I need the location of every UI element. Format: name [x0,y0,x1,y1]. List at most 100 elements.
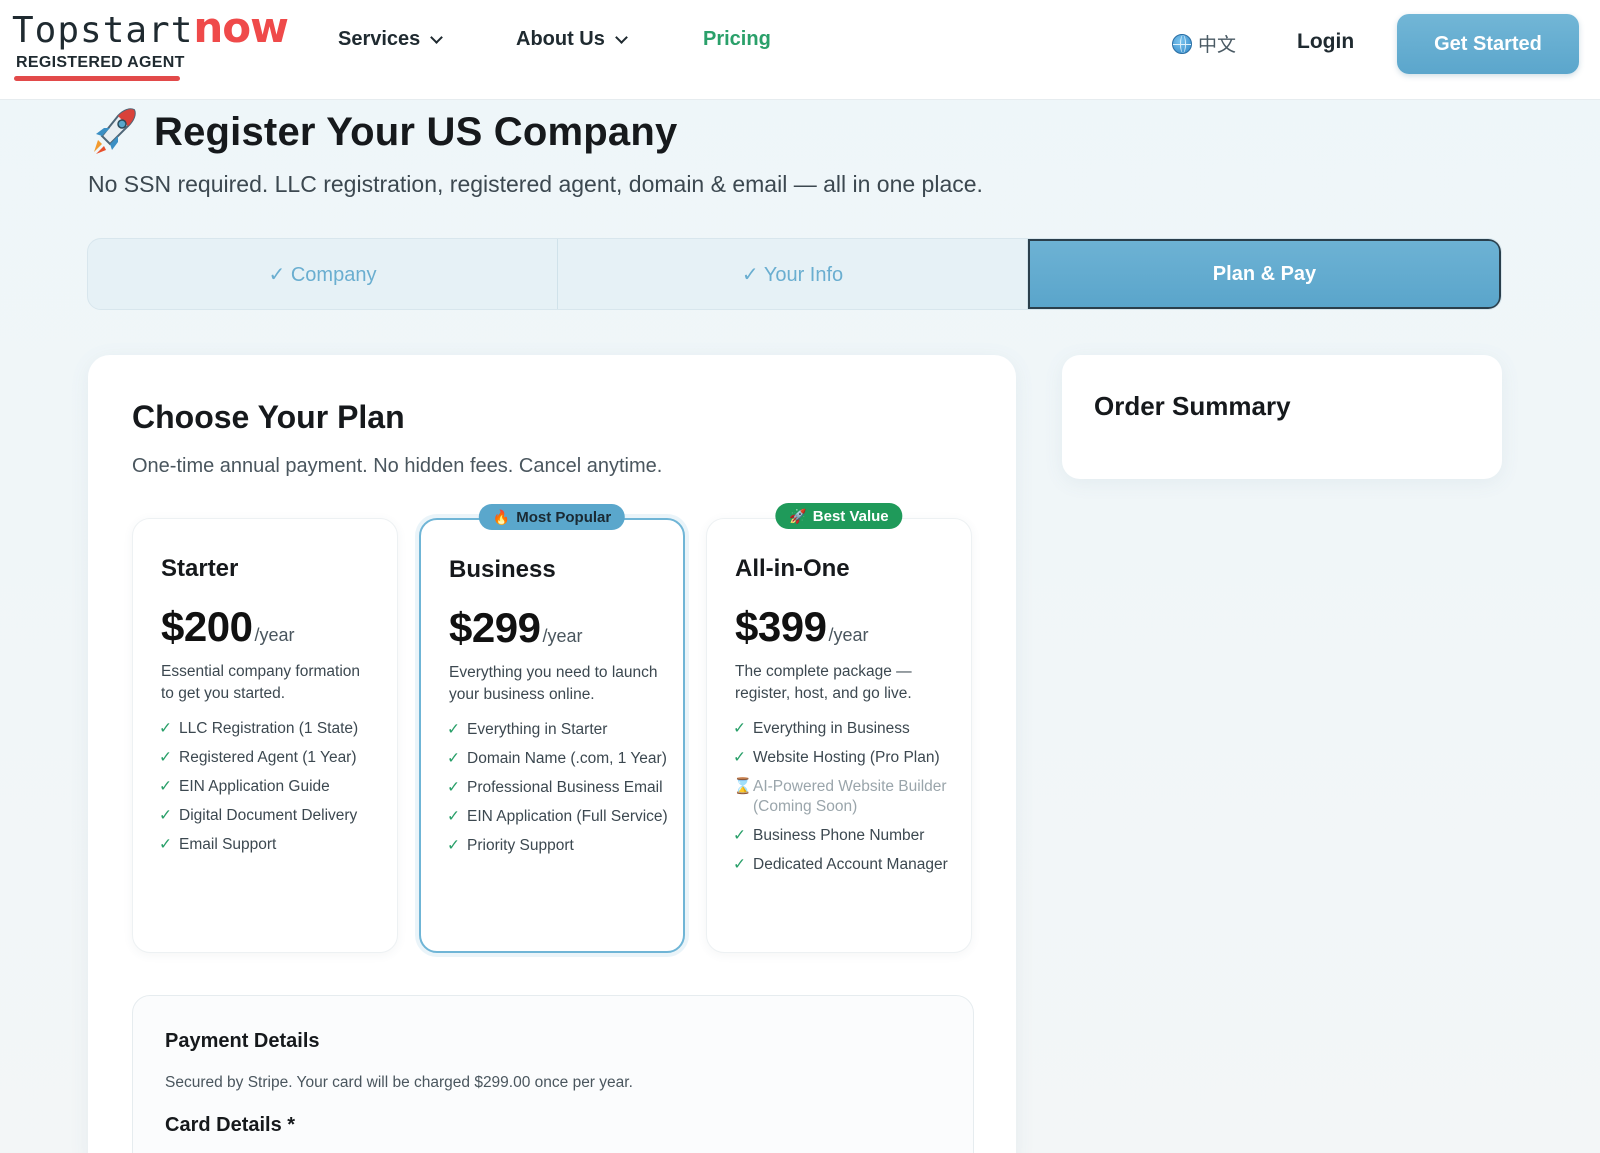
feature-text: Business Phone Number [753,827,925,844]
feature-item: ✓ Domain Name (.com, 1 Year) [447,749,675,769]
nav-about-us[interactable]: About Us [516,28,628,51]
plan-name: Business [449,556,556,583]
feature-item: ✓ Website Hosting (Pro Plan) [733,748,961,768]
nav-pricing[interactable]: Pricing [703,28,771,51]
plan-name: Starter [161,555,239,582]
brand-logo[interactable]: Topstartnow REGISTERED AGENT [12,6,289,88]
feature-text: Digital Document Delivery [179,807,358,824]
language-label: 中文 [1198,35,1237,56]
check-icon: ✓ [447,837,460,854]
feature-item: ✓ Email Support [159,835,387,855]
feature-text: Everything in Business [753,720,910,737]
check-icon: ✓ [733,827,746,844]
feature-item: ✓ Business Phone Number [733,826,961,846]
feature-item: ✓ Dedicated Account Manager [733,855,961,875]
best-value-badge: 🚀 Best Value [775,503,903,529]
card-details-label: Card Details * [165,1114,296,1136]
most-popular-badge: 🔥 Most Popular [478,504,626,530]
feature-text: Email Support [179,836,277,853]
check-icon: ✓ [447,808,460,825]
nav-services-label: Services [338,28,421,50]
plan-price: $299 /year [449,604,582,652]
feature-list: ✓ Everything in Business ✓ Website Hosting… [733,719,961,884]
check-icon: ✓ [159,778,172,795]
feature-item: ✓ Everything in Starter [447,720,675,740]
plan-card-all-in-one[interactable]: 🚀 Best Value All-in-One $399 /year The c… [706,503,972,953]
plan-card-business[interactable]: 🔥 Most Popular Business $299 /year Every… [419,504,685,953]
feature-text: Website Hosting (Pro Plan) [753,749,940,766]
feature-item: ✓ EIN Application (Full Service) [447,807,675,827]
check-icon: ✓ [447,779,460,796]
site-header: Topstartnow REGISTERED AGENT Services Ab… [0,0,1600,100]
feature-text: EIN Application Guide [179,778,330,795]
feature-text: Dedicated Account Manager [753,856,948,873]
feature-text: Priority Support [467,837,574,854]
price-amount: $299 [449,604,541,651]
check-icon: ✓ [733,749,746,766]
price-amount: $200 [161,603,253,650]
price-period: /year [542,626,583,646]
language-switcher[interactable]: 中文 [1172,30,1236,57]
plan-description: The complete package — register, host, a… [735,663,912,702]
plan-price: $200 /year [161,603,294,651]
step-plan-pay[interactable]: Plan & Pay [1028,239,1501,309]
badge-label: Best Value [812,507,889,525]
feature-list: ✓ LLC Registration (1 State) ✓ Registered … [159,719,387,864]
plan-section-title: Choose Your Plan [132,399,405,435]
plan-card-starter[interactable]: Starter $200 /year Essential company for… [132,518,398,953]
page-heading: Register Your US Company [88,106,677,158]
order-summary-panel: Order Summary [1062,355,1502,479]
logo-underline [14,76,180,81]
get-started-button[interactable]: Get Started [1397,14,1579,74]
chevron-down-icon [615,31,628,44]
feature-text: Registered Agent (1 Year) [179,749,357,766]
logo-accent-text: now [193,3,289,52]
feature-item: ✓ Professional Business Email [447,778,675,798]
plan-panel: Choose Your Plan One-time annual payment… [88,355,1016,1153]
logo-subtitle: REGISTERED AGENT [16,54,185,71]
feature-text: Everything in Starter [467,721,608,738]
nav-about-label: About Us [516,28,605,50]
feature-list: ✓ Everything in Starter ✓ Domain Name (.co… [447,720,675,865]
plan-description: Everything you need to launch your busin… [449,664,658,703]
price-period: /year [254,625,295,645]
logo-main-text: Topstart [12,10,194,51]
feature-text: LLC Registration (1 State) [179,720,359,737]
globe-icon [1172,33,1192,54]
page-subtitle: No SSN required. LLC registration, regis… [88,171,983,197]
feature-item: ✓ LLC Registration (1 State) [159,719,387,739]
feature-item-coming-soon: ⌛ AI-Powered Website Builder (Coming Soon… [733,777,961,817]
plan-description: Essential company formation to get you s… [161,663,361,702]
step-your-info[interactable]: ✓ Your Info [558,239,1028,309]
feature-item: ✓ Registered Agent (1 Year) [159,748,387,768]
feature-text: Domain Name (.com, 1 Year) [467,750,667,767]
payment-subtitle: Secured by Stripe. Your card will be cha… [165,1074,633,1091]
feature-text: EIN Application (Full Service) [467,808,668,825]
login-link[interactable]: Login [1297,30,1354,54]
feature-item: ✓ Everything in Business [733,719,961,739]
badge-label: Most Popular [516,508,612,526]
fire-icon: 🔥 [492,508,511,525]
rocket-icon: 🚀 [789,507,807,524]
feature-item: ✓ Priority Support [447,836,675,856]
feature-item: ✓ Digital Document Delivery [159,806,387,826]
nav-services[interactable]: Services [338,28,444,51]
check-icon: ✓ [733,720,746,737]
price-period: /year [828,625,869,645]
check-icon: ✓ [447,721,460,738]
order-summary-title: Order Summary [1094,391,1291,421]
chevron-down-icon [430,31,444,44]
payment-title: Payment Details [165,1030,320,1052]
check-icon: ✓ [159,836,172,853]
plan-price: $399 /year [735,603,868,651]
hourglass-icon: ⌛ [733,778,753,795]
payment-details-section: Payment Details Secured by Stripe. Your … [132,995,974,1153]
page-title: Register Your US Company [154,109,678,154]
step-company[interactable]: ✓ Company [88,239,558,309]
feature-text: AI-Powered Website Builder (Coming Soon) [753,778,947,815]
check-icon: ✓ [733,856,746,873]
registration-stepper: ✓ Company ✓ Your Info Plan & Pay [87,238,1502,310]
check-icon: ✓ [159,807,172,824]
check-icon: ✓ [447,750,460,767]
rocket-icon [94,108,136,154]
